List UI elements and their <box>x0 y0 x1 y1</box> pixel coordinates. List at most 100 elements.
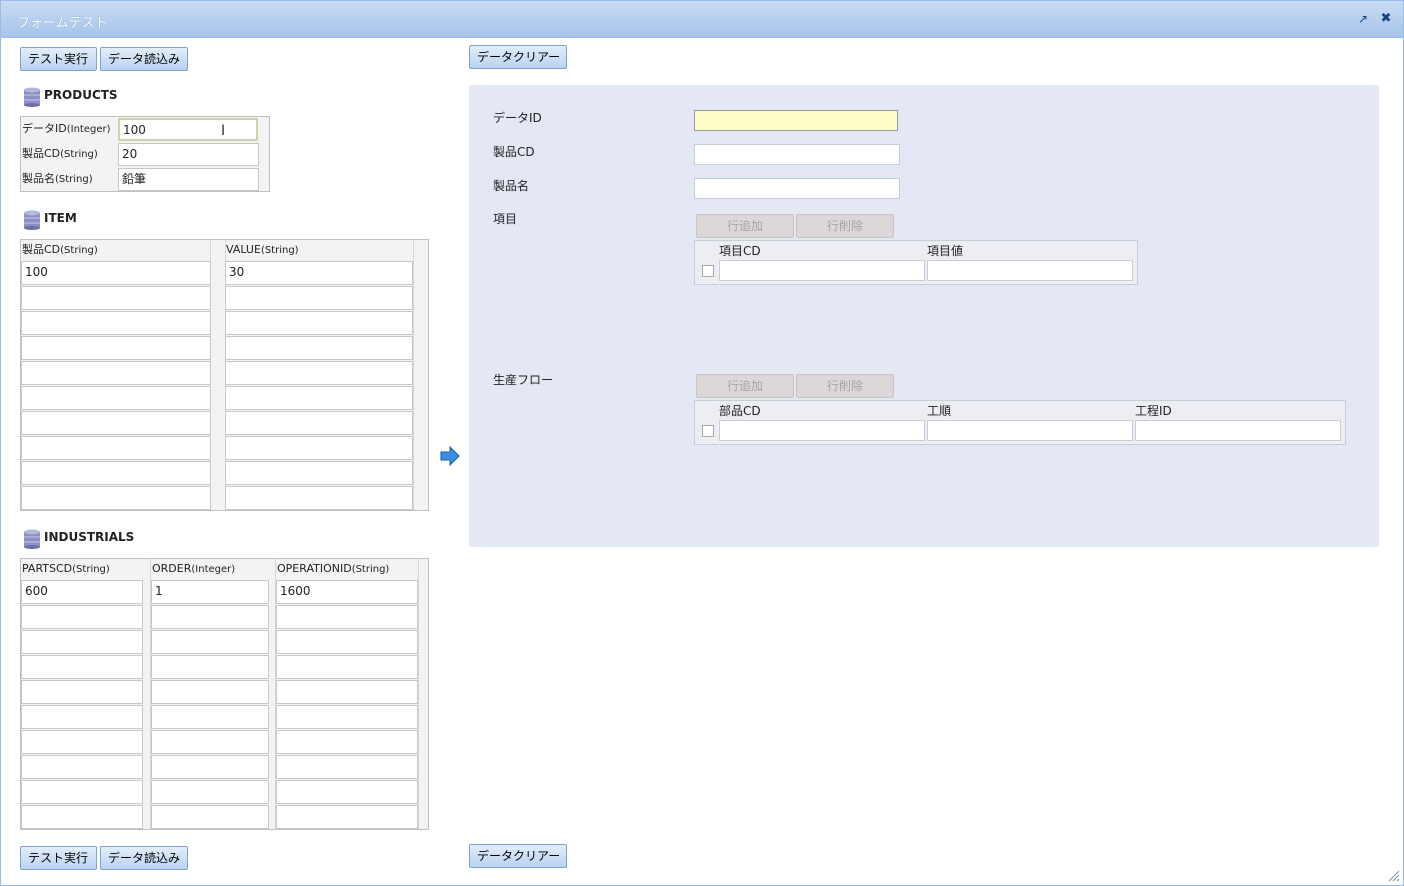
industrials-cell[interactable] <box>151 630 269 654</box>
industrials-col-header: OPERATIONID(String) <box>277 562 390 575</box>
form-panel: データID 製品CD 製品名 項目 行追加 行削除 項目CD 項目値 生産フロー… <box>469 85 1379 547</box>
industrials-cell[interactable] <box>276 780 418 804</box>
item-cell[interactable] <box>225 461 413 485</box>
item-cell[interactable] <box>225 286 413 310</box>
item-cell[interactable] <box>21 436 211 460</box>
items-label: 項目 <box>493 212 518 226</box>
item-cell[interactable] <box>225 436 413 460</box>
database-icon <box>24 87 40 107</box>
industrials-cell[interactable] <box>21 630 143 654</box>
item-cell[interactable] <box>225 386 413 410</box>
load-data-button[interactable]: データ読込み <box>100 47 188 71</box>
industrials-cell[interactable] <box>151 780 269 804</box>
item-cell[interactable] <box>21 461 211 485</box>
flow-delete-row-button[interactable]: 行削除 <box>796 374 894 398</box>
industrials-cell[interactable] <box>276 755 418 779</box>
industrials-cell[interactable] <box>21 730 143 754</box>
industrials-cell[interactable] <box>276 680 418 704</box>
arrow-right-icon <box>440 445 460 467</box>
products-title: PRODUCTS <box>44 88 118 102</box>
item-cell[interactable] <box>225 411 413 435</box>
clear-data-button[interactable]: データクリアー <box>469 45 567 69</box>
flow-parts-field[interactable] <box>719 420 925 441</box>
products-product-name-input[interactable]: 鉛筆 <box>118 168 259 191</box>
run-test-button[interactable]: テスト実行 <box>20 47 97 71</box>
data-id-field[interactable] <box>694 110 898 131</box>
flow-col-header-order: 工順 <box>927 404 952 418</box>
popout-icon[interactable]: ↗ <box>1356 12 1370 26</box>
industrials-cell[interactable] <box>276 705 418 729</box>
industrials-cell[interactable] <box>151 680 269 704</box>
items-add-row-button[interactable]: 行追加 <box>696 214 794 238</box>
flow-label: 生産フロー <box>493 373 554 387</box>
industrials-cell[interactable] <box>276 630 418 654</box>
products-label-data-id: データID(Integer) <box>22 122 111 135</box>
item-cell[interactable] <box>21 486 211 510</box>
products-label-product-name: 製品名(String) <box>22 172 93 185</box>
item-cell[interactable] <box>225 311 413 335</box>
industrials-cell[interactable] <box>21 755 143 779</box>
item-cell[interactable] <box>225 361 413 385</box>
item-cell[interactable] <box>225 486 413 510</box>
item-cell[interactable] <box>21 386 211 410</box>
industrials-cell[interactable] <box>21 705 143 729</box>
industrials-cell[interactable] <box>276 605 418 629</box>
run-test-button-bottom[interactable]: テスト実行 <box>20 846 97 870</box>
close-icon[interactable]: ✖ <box>1379 12 1393 26</box>
items-row-checkbox[interactable] <box>702 265 714 277</box>
industrials-cell[interactable] <box>276 655 418 679</box>
industrials-cell[interactable] <box>276 805 418 829</box>
flow-row-checkbox[interactable] <box>702 425 714 437</box>
item-cell[interactable] <box>225 336 413 360</box>
flow-add-row-button[interactable]: 行追加 <box>696 374 794 398</box>
flow-operation-field[interactable] <box>1135 420 1341 441</box>
item-cell[interactable] <box>21 336 211 360</box>
industrials-cell[interactable] <box>21 805 143 829</box>
product-cd-label: 製品CD <box>493 145 535 159</box>
industrials-cell[interactable] <box>21 680 143 704</box>
item-cell[interactable]: 100 <box>21 261 211 285</box>
industrials-cell[interactable]: 1 <box>151 580 269 604</box>
industrials-cell[interactable] <box>151 705 269 729</box>
load-data-button-bottom[interactable]: データ読込み <box>100 846 188 870</box>
industrials-grid: PARTSCD(String) ORDER(Integer) OPERATION… <box>20 558 429 830</box>
item-column-separator <box>413 240 414 510</box>
flow-table: 部品CD 工順 工程ID <box>694 400 1346 445</box>
item-col-header: VALUE(String) <box>226 243 299 256</box>
industrials-cell[interactable] <box>276 730 418 754</box>
window-titlebar[interactable]: フォームテスト ↗ ✖ <box>1 1 1403 38</box>
products-product-cd-input[interactable]: 20 <box>118 143 259 166</box>
item-cell[interactable]: 30 <box>225 261 413 285</box>
industrials-cell[interactable] <box>151 655 269 679</box>
industrials-cell[interactable] <box>151 730 269 754</box>
industrials-cell[interactable] <box>21 605 143 629</box>
product-name-label: 製品名 <box>493 179 530 193</box>
items-cd-field[interactable] <box>719 260 925 281</box>
industrials-cell[interactable] <box>151 805 269 829</box>
item-title: ITEM <box>44 211 77 225</box>
industrials-cell[interactable]: 1600 <box>276 580 418 604</box>
items-table: 項目CD 項目値 <box>694 240 1138 285</box>
data-id-label: データID <box>493 111 542 125</box>
product-cd-field[interactable] <box>694 144 900 165</box>
product-name-field[interactable] <box>694 178 900 199</box>
clear-data-button-bottom[interactable]: データクリアー <box>469 844 567 868</box>
item-cell[interactable] <box>21 311 211 335</box>
text-cursor-icon: I <box>221 123 226 139</box>
industrials-cell[interactable] <box>151 755 269 779</box>
database-icon <box>24 210 40 230</box>
items-value-field[interactable] <box>927 260 1133 281</box>
flow-order-field[interactable] <box>927 420 1133 441</box>
items-delete-row-button[interactable]: 行削除 <box>796 214 894 238</box>
industrials-col-header: PARTSCD(String) <box>22 562 110 575</box>
resize-grip-icon[interactable] <box>1386 868 1400 882</box>
item-cell[interactable] <box>21 286 211 310</box>
industrials-cell[interactable]: 600 <box>21 580 143 604</box>
products-data-id-input[interactable]: 100 <box>118 118 258 141</box>
industrials-cell[interactable] <box>151 605 269 629</box>
industrials-cell[interactable] <box>21 780 143 804</box>
industrials-cell[interactable] <box>21 655 143 679</box>
item-grid: 製品CD(String) VALUE(String) 100 30 <box>20 239 429 511</box>
item-cell[interactable] <box>21 411 211 435</box>
item-cell[interactable] <box>21 361 211 385</box>
